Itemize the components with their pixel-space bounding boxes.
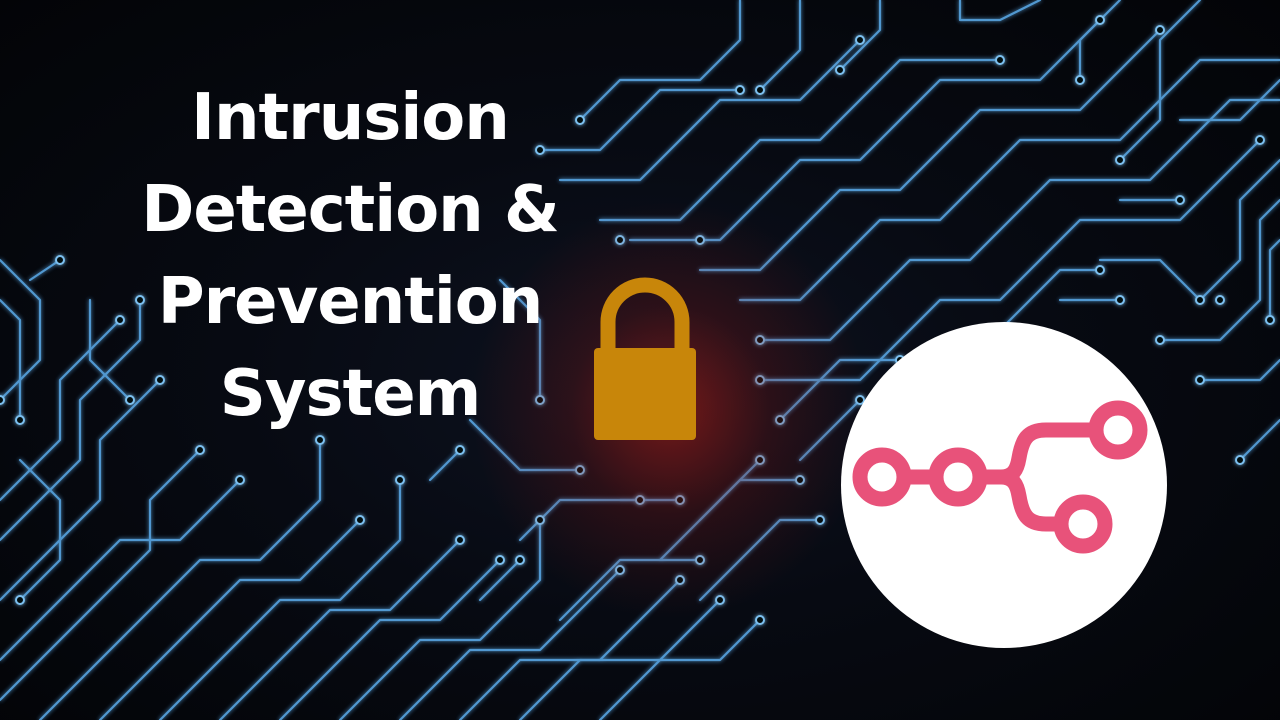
circuit-pad: [495, 555, 505, 565]
circuit-trace: [628, 18, 1102, 242]
circuit-pad: [15, 415, 25, 425]
circuit-pad: [455, 535, 465, 545]
circuit-pad: [635, 495, 645, 505]
circuit-trace: [0, 478, 242, 662]
circuit-trace: [698, 28, 1162, 272]
circuit-trace: [218, 538, 462, 720]
circuit-pad: [755, 615, 765, 625]
workflow-nodes-icon: [852, 400, 1148, 554]
title-line-4: System: [219, 357, 482, 431]
circuit-pad: [795, 475, 805, 485]
circuit-pad: [1115, 155, 1125, 165]
circuit-pad: [815, 515, 825, 525]
circuit-trace: [1118, 0, 1202, 162]
circuit-pad: [195, 445, 205, 455]
circuit-pad: [1155, 25, 1165, 35]
circuit-trace: [428, 448, 462, 482]
circuit-pad: [235, 475, 245, 485]
circuit-pad: [575, 465, 585, 475]
circuit-pad: [1175, 195, 1185, 205]
circuit-trace: [18, 458, 62, 602]
circuit-pad: [755, 335, 765, 345]
circuit-trace: [558, 558, 702, 622]
circuit-trace: [158, 478, 402, 720]
circuit-pad: [835, 65, 845, 75]
circuit-trace: [698, 518, 822, 602]
thumbnail-canvas: Intrusion Detection & Prevention System: [0, 0, 1280, 720]
circuit-pad: [455, 445, 465, 455]
circuit-trace: [1198, 358, 1280, 382]
circuit-trace: [1268, 238, 1280, 322]
circuit-pad: [15, 595, 25, 605]
circuit-trace: [28, 258, 62, 282]
circuit-pad: [1255, 135, 1265, 145]
circuit-pad: [755, 85, 765, 95]
circuit-trace: [598, 58, 1002, 222]
circuit-pad: [1095, 265, 1105, 275]
title-line-2: Detection &: [141, 173, 560, 247]
circuit-pad: [675, 575, 685, 585]
circuit-pad: [1265, 315, 1275, 325]
circuit-pad: [355, 515, 365, 525]
logo-badge: [841, 322, 1167, 648]
circuit-trace: [738, 58, 1280, 302]
circuit-pad: [1215, 295, 1225, 305]
circuit-pad: [755, 375, 765, 385]
circuit-pad: [515, 555, 525, 565]
circuit-pad: [695, 555, 705, 565]
circuit-pad: [1075, 75, 1085, 85]
circuit-pad: [855, 35, 865, 45]
circuit-trace: [1098, 258, 1202, 302]
circuit-trace: [758, 0, 802, 92]
circuit-pad: [1115, 295, 1125, 305]
circuit-pad: [715, 595, 725, 605]
circuit-pad: [675, 495, 685, 505]
circuit-pad: [395, 475, 405, 485]
page-title: Intrusion Detection & Prevention System: [70, 72, 630, 440]
circuit-pad: [775, 415, 785, 425]
circuit-pad: [1235, 455, 1245, 465]
circuit-pad: [1195, 375, 1205, 385]
circuit-pad: [615, 565, 625, 575]
circuit-pad: [695, 235, 705, 245]
circuit-trace: [1238, 418, 1280, 462]
circuit-trace: [958, 0, 1042, 22]
title-line-1: Intrusion: [191, 81, 510, 155]
circuit-pad: [995, 55, 1005, 65]
circuit-trace: [1198, 158, 1280, 302]
circuit-pad: [1195, 295, 1205, 305]
circuit-pad: [1095, 15, 1105, 25]
title-line-3: Prevention: [157, 265, 544, 339]
circuit-pad: [735, 85, 745, 95]
circuit-pad: [0, 395, 5, 405]
circuit-trace: [478, 558, 522, 602]
circuit-pad: [755, 455, 765, 465]
circuit-trace: [1078, 0, 1122, 82]
circuit-pad: [55, 255, 65, 265]
circuit-pad: [535, 515, 545, 525]
